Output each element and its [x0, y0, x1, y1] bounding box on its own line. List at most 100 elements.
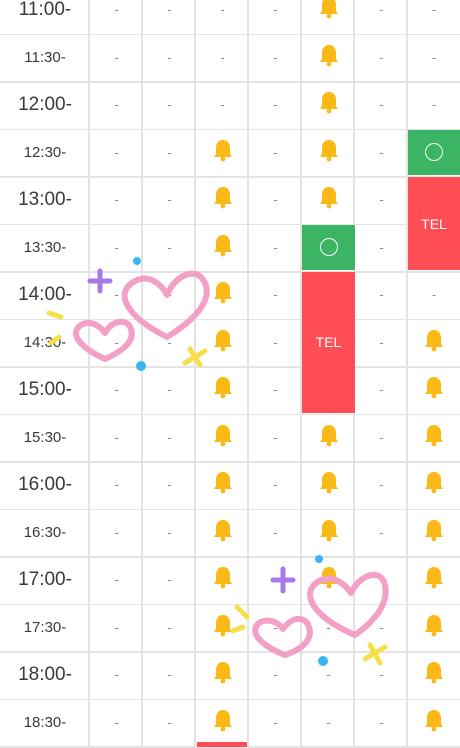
unavailable-cell: - — [90, 699, 143, 747]
bell-cell[interactable] — [196, 129, 249, 177]
bell-cell[interactable] — [302, 509, 355, 557]
unavailable-cell: - — [143, 556, 196, 604]
unavailable-cell: - — [355, 509, 408, 557]
unavailable-cell: - — [249, 319, 302, 367]
unavailable-cell: - — [249, 34, 302, 82]
dash-mark: - — [273, 714, 278, 730]
unavailable-cell: - — [355, 556, 408, 604]
available-slot-block[interactable] — [302, 224, 355, 270]
dash-mark: - — [379, 714, 384, 730]
available-circle-icon — [425, 143, 443, 162]
time-slot-row: 13:30- - - - - — [0, 224, 460, 272]
unavailable-cell: - — [355, 0, 408, 34]
time-label: 14:00- — [18, 283, 72, 305]
bell-cell[interactable] — [196, 509, 249, 557]
bell-icon — [318, 138, 340, 167]
bell-cell[interactable] — [196, 224, 249, 272]
bell-icon — [318, 90, 340, 119]
dash-mark: - — [379, 382, 384, 398]
available-slot-block[interactable] — [408, 129, 460, 175]
dash-mark: - — [167, 524, 172, 540]
bell-icon — [318, 43, 340, 72]
dash-mark: - — [273, 239, 278, 255]
bell-icon — [212, 280, 234, 309]
bell-cell[interactable] — [196, 176, 249, 224]
dash-mark: - — [114, 524, 119, 540]
dash-mark: - — [114, 2, 119, 18]
bell-cell[interactable] — [196, 651, 249, 699]
bell-cell[interactable] — [196, 366, 249, 414]
grid-line-vertical — [406, 0, 408, 747]
dash-mark: - — [379, 287, 384, 303]
time-slot-row: 18:30- - - - - - — [0, 699, 460, 747]
dash-mark: - — [167, 667, 172, 683]
dash-mark: - — [379, 477, 384, 493]
time-slot-row: 12:30- - - - - — [0, 129, 460, 177]
unavailable-cell: - — [355, 224, 408, 272]
bell-cell[interactable] — [302, 176, 355, 224]
bell-icon — [212, 423, 234, 452]
tel-slot-block[interactable]: TEL — [302, 272, 355, 413]
bell-cell[interactable] — [302, 34, 355, 82]
unavailable-cell: - — [143, 81, 196, 129]
grid-line-vertical — [141, 0, 143, 747]
bell-cell[interactable] — [408, 604, 460, 652]
grid-line-horizontal — [0, 176, 460, 178]
dash-mark: - — [220, 2, 225, 18]
unavailable-cell: - — [90, 129, 143, 177]
bell-cell[interactable] — [408, 699, 460, 747]
time-slot-row: 15:30- - - - - — [0, 414, 460, 462]
time-label: 16:00- — [18, 473, 72, 495]
dash-mark: - — [379, 572, 384, 588]
bell-cell[interactable] — [196, 271, 249, 319]
dash-mark: - — [431, 287, 437, 303]
unavailable-cell: - — [90, 414, 143, 462]
unavailable-cell: - — [355, 176, 408, 224]
bell-icon — [423, 518, 445, 547]
bell-cell[interactable] — [408, 651, 460, 699]
grid-line-vertical — [247, 0, 249, 747]
bell-icon — [318, 565, 340, 594]
dash-mark: - — [273, 2, 278, 18]
bell-cell[interactable] — [408, 414, 460, 462]
bell-cell[interactable] — [302, 81, 355, 129]
bell-cell[interactable] — [196, 461, 249, 509]
bell-icon — [212, 613, 234, 642]
bell-cell[interactable] — [408, 509, 460, 557]
dash-mark: - — [379, 49, 384, 65]
bell-cell[interactable] — [196, 699, 249, 747]
grid-line-horizontal — [0, 318, 460, 320]
unavailable-cell: - — [90, 461, 143, 509]
unavailable-cell: - — [355, 271, 408, 319]
dash-mark: - — [273, 334, 278, 350]
time-slot-row: 16:30- - - - - — [0, 509, 460, 557]
time-slot-row: 13:00- - - - - — [0, 176, 460, 224]
time-slot-row: 12:00- - - - - - - — [0, 81, 460, 129]
tel-slot-block[interactable]: TEL — [408, 177, 460, 270]
unavailable-cell: - — [249, 414, 302, 462]
bell-cell[interactable] — [408, 319, 460, 367]
bell-cell[interactable] — [408, 556, 460, 604]
dash-mark: - — [273, 192, 278, 208]
dash-mark: - — [379, 524, 384, 540]
bell-icon — [423, 423, 445, 452]
unavailable-cell: - — [249, 81, 302, 129]
dash-mark: - — [167, 239, 172, 255]
bell-cell[interactable] — [302, 461, 355, 509]
bell-cell[interactable] — [302, 556, 355, 604]
bell-cell[interactable] — [302, 414, 355, 462]
bell-icon — [423, 613, 445, 642]
bell-cell[interactable] — [408, 366, 460, 414]
bell-cell[interactable] — [196, 604, 249, 652]
time-slot-row: 15:00- - - - - — [0, 366, 460, 414]
bell-cell[interactable] — [196, 414, 249, 462]
bell-cell[interactable] — [408, 461, 460, 509]
bell-cell[interactable] — [196, 319, 249, 367]
bell-icon — [212, 470, 234, 499]
bell-cell[interactable] — [302, 129, 355, 177]
bell-cell[interactable] — [196, 556, 249, 604]
bell-cell[interactable] — [302, 0, 355, 34]
bell-icon — [423, 660, 445, 689]
dash-mark: - — [114, 619, 119, 635]
time-label: 17:00- — [18, 568, 72, 590]
